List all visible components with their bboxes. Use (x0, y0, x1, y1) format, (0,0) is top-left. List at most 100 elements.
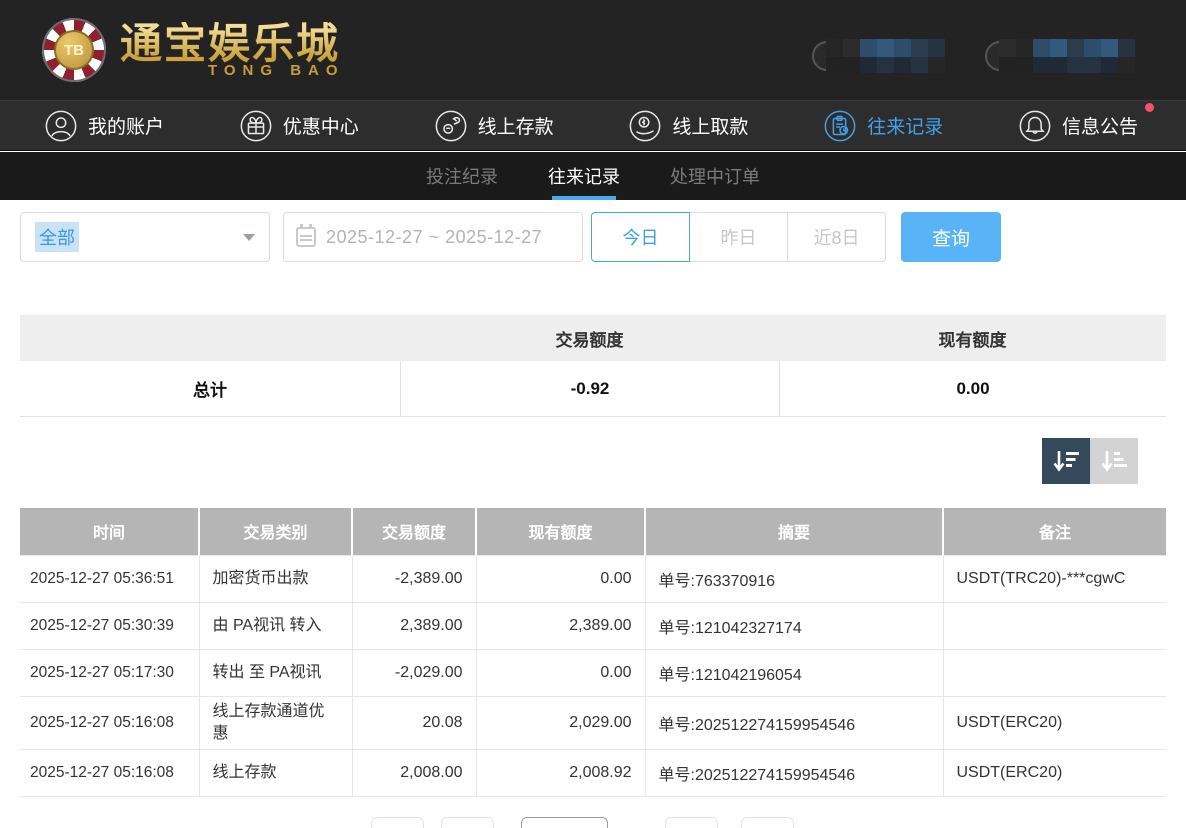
cell-balance: 0.00 (476, 555, 645, 602)
hand-coin-withdraw-icon (628, 109, 662, 143)
summary-total-row: 总计 -0.92 0.00 (20, 361, 1166, 417)
nav-my-account[interactable]: 我的账户 (44, 109, 164, 143)
nav-promotions[interactable]: 优惠中心 (239, 109, 359, 143)
chip-initials: TB (54, 30, 94, 70)
sort-ascending-icon (1100, 449, 1128, 473)
col-amount: 交易额度 (352, 508, 476, 555)
type-select[interactable]: 全部 (20, 212, 270, 262)
cell-amount: -2,389.00 (352, 555, 476, 602)
site-logo[interactable]: TB 通宝娱乐城 TONG BAO (42, 18, 345, 82)
sort-ascending-button[interactable] (1090, 438, 1138, 484)
cell-remark: USDT(ERC20) (943, 749, 1166, 796)
gift-icon (239, 109, 273, 143)
date-range-value: 2025-12-27 ~ 2025-12-27 (326, 227, 542, 248)
nav-transaction-records[interactable]: 往来记录 (823, 109, 943, 143)
col-remark: 备注 (943, 508, 1166, 555)
cell-remark: USDT(ERC20) (943, 696, 1166, 749)
col-type: 交易类别 (199, 508, 352, 555)
table-row: 2025-12-27 05:16:08 线上存款通道优惠 20.08 2,029… (20, 696, 1166, 749)
nav-label: 优惠中心 (283, 112, 359, 139)
cell-summary: 单号:121042196054 (645, 649, 943, 696)
summary-transaction-total: -0.92 (400, 361, 779, 417)
cell-summary: 单号:202512274159954546 (645, 696, 943, 749)
yesterday-button[interactable]: 昨日 (689, 212, 788, 262)
cell-summary: 单号:202512274159954546 (645, 749, 943, 796)
table-row: 2025-12-27 05:30:39 由 PA视讯 转入 2,389.00 2… (20, 602, 1166, 649)
nav-label: 信息公告 (1062, 112, 1138, 139)
censored-text-block (826, 39, 945, 73)
transaction-records-page: TB 通宝娱乐城 TONG BAO (0, 0, 1186, 828)
nav-withdraw[interactable]: 线上取款 (628, 109, 748, 143)
col-time: 时间 (20, 508, 199, 555)
table-row: 2025-12-27 05:36:51 加密货币出款 -2,389.00 0.0… (20, 555, 1166, 602)
summary-header-row: 交易额度 现有额度 (20, 315, 1166, 361)
sort-descending-button[interactable] (1042, 438, 1090, 484)
cell-amount: 20.08 (352, 696, 476, 749)
summary-header-transaction: 交易额度 (400, 326, 779, 351)
main-nav: 我的账户 优惠中心 线上存款 线上取款 (0, 100, 1186, 151)
cell-type: 线上存款通道优惠 (199, 696, 352, 749)
cell-amount: -2,029.00 (352, 649, 476, 696)
censored-text-block (999, 39, 1135, 73)
cell-time: 2025-12-27 05:30:39 (20, 602, 199, 649)
summary-total-label: 总计 (20, 376, 400, 401)
pagination-button[interactable] (741, 817, 794, 828)
quick-date-buttons: 今日 昨日 近8日 (591, 212, 886, 262)
tab-transaction-records[interactable]: 往来记录 (546, 152, 622, 200)
cell-type: 加密货币出款 (199, 555, 352, 602)
pagination-current-page[interactable] (521, 817, 608, 828)
cell-remark (943, 649, 1166, 696)
nav-label: 线上取款 (672, 112, 748, 139)
pagination-button[interactable] (441, 817, 494, 828)
col-balance: 现有额度 (476, 508, 645, 555)
cell-type: 转出 至 PA视讯 (199, 649, 352, 696)
type-select-value: 全部 (35, 222, 79, 252)
cell-type: 线上存款 (199, 749, 352, 796)
nav-label: 往来记录 (867, 112, 943, 139)
nav-label: 线上存款 (478, 112, 554, 139)
last-8-days-button[interactable]: 近8日 (787, 212, 886, 262)
nav-announcements[interactable]: 信息公告 (1018, 109, 1138, 143)
calendar-icon (296, 227, 316, 247)
bell-icon (1018, 109, 1052, 143)
poker-chip-icon: TB (42, 18, 106, 82)
tab-processing-orders[interactable]: 处理中订单 (668, 152, 762, 200)
cell-summary: 单号:121042327174 (645, 602, 943, 649)
hand-coin-deposit-icon (434, 109, 468, 143)
cell-amount: 2,389.00 (352, 602, 476, 649)
nav-label: 我的账户 (88, 112, 164, 139)
user-icon (44, 109, 78, 143)
table-header-row: 时间 交易类别 交易额度 现有额度 摘要 备注 (20, 508, 1166, 555)
table-row: 2025-12-27 05:16:08 线上存款 2,008.00 2,008.… (20, 749, 1166, 796)
col-summary: 摘要 (645, 508, 943, 555)
notification-dot (1145, 103, 1154, 112)
cell-balance: 2,029.00 (476, 696, 645, 749)
record-subtabs: 投注纪录 往来记录 处理中订单 (0, 152, 1186, 200)
chevron-down-icon (243, 234, 255, 241)
table-row: 2025-12-27 05:17:30 转出 至 PA视讯 -2,029.00 … (20, 649, 1166, 696)
cell-time: 2025-12-27 05:17:30 (20, 649, 199, 696)
search-button[interactable]: 查询 (901, 212, 1001, 262)
top-header: TB 通宝娱乐城 TONG BAO (0, 0, 1186, 100)
tab-betting-records[interactable]: 投注纪录 (424, 152, 500, 200)
nav-deposit[interactable]: 线上存款 (434, 109, 554, 143)
cell-amount: 2,008.00 (352, 749, 476, 796)
summary-balance-total: 0.00 (779, 361, 1166, 417)
today-button[interactable]: 今日 (591, 212, 690, 262)
transactions-table: 时间 交易类别 交易额度 现有额度 摘要 备注 2025-12-27 05:36… (20, 508, 1166, 797)
cell-time: 2025-12-27 05:16:08 (20, 696, 199, 749)
logo-title: 通宝娱乐城 (120, 22, 345, 66)
cell-time: 2025-12-27 05:16:08 (20, 749, 199, 796)
cell-balance: 2,389.00 (476, 602, 645, 649)
summary-header-balance: 现有额度 (779, 326, 1166, 351)
cell-remark (943, 602, 1166, 649)
redacted-user-info-2 (985, 38, 1135, 74)
pagination-button[interactable] (665, 817, 718, 828)
pagination-button[interactable] (371, 817, 424, 828)
clipboard-clock-icon (823, 109, 857, 143)
date-range-input[interactable]: 2025-12-27 ~ 2025-12-27 (283, 212, 583, 262)
filter-bar: 全部 2025-12-27 ~ 2025-12-27 今日 昨日 近8日 查询 (20, 212, 1166, 262)
cell-type: 由 PA视讯 转入 (199, 602, 352, 649)
cell-balance: 0.00 (476, 649, 645, 696)
summary-table: 交易额度 现有额度 总计 -0.92 0.00 (20, 315, 1166, 417)
